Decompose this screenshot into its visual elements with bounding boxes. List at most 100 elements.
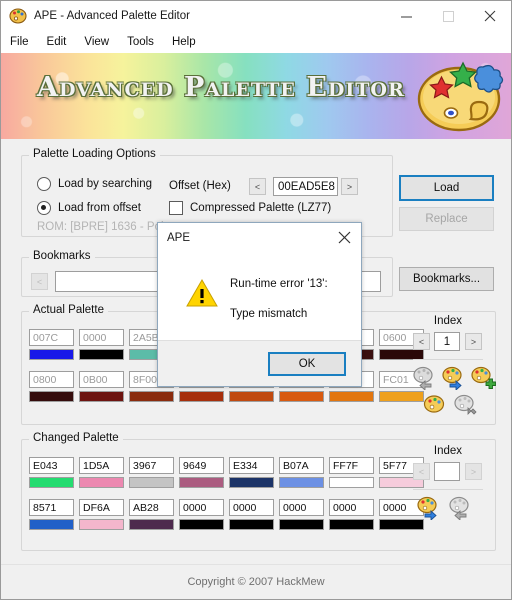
offset-prev-button[interactable]: < <box>249 178 266 195</box>
changed-cell-3[interactable]: 9649 <box>179 457 224 488</box>
palette-edit-icon[interactable] <box>421 393 448 418</box>
error-dialog-ok-button[interactable]: OK <box>268 352 346 376</box>
actual-swatch-10[interactable] <box>129 391 174 402</box>
changed-cell-6[interactable]: FF7F <box>329 457 374 488</box>
actual-swatch-12[interactable] <box>229 391 274 402</box>
compressed-palette-checkbox[interactable]: Compressed Palette (LZ77) <box>169 201 331 215</box>
changed-swatch-1[interactable] <box>79 477 124 488</box>
radio-load-from-offset[interactable]: Load from offset <box>37 201 152 215</box>
changed-cell-13[interactable]: 0000 <box>279 499 324 530</box>
palette-revert-disabled-icon[interactable] <box>446 495 473 522</box>
palette-load-disabled-icon[interactable] <box>411 365 438 392</box>
menu-tools[interactable]: Tools <box>127 34 163 50</box>
changed-hex-1[interactable]: 1D5A <box>79 457 124 474</box>
changed-hex-9[interactable]: DF6A <box>79 499 124 516</box>
changed-cell-14[interactable]: 0000 <box>329 499 374 530</box>
actual-index-prev-button[interactable]: < <box>413 333 430 350</box>
changed-swatch-10[interactable] <box>129 519 174 530</box>
menu-edit[interactable]: Edit <box>47 34 76 50</box>
changed-swatch-0[interactable] <box>29 477 74 488</box>
changed-palette-title: Changed Palette <box>29 432 123 444</box>
bookmarks-button[interactable]: Bookmarks... <box>399 267 494 291</box>
actual-hex-8[interactable]: 0800 <box>29 371 74 388</box>
changed-hex-5[interactable]: B07A <box>279 457 324 474</box>
changed-index-value[interactable] <box>434 462 460 481</box>
window-controls <box>385 1 511 31</box>
changed-hex-10[interactable]: AB28 <box>129 499 174 516</box>
changed-swatch-3[interactable] <box>179 477 224 488</box>
offset-label: Offset (Hex) <box>169 180 231 192</box>
bookmark-prev-button[interactable]: < <box>31 273 48 290</box>
actual-index-value[interactable]: 1 <box>434 332 460 351</box>
changed-swatch-15[interactable] <box>379 519 424 530</box>
changed-swatch-9[interactable] <box>79 519 124 530</box>
actual-swatch-14[interactable] <box>329 391 374 402</box>
changed-hex-6[interactable]: FF7F <box>329 457 374 474</box>
palette-import-icon[interactable] <box>440 365 467 392</box>
palette-edit-icon[interactable] <box>415 495 442 522</box>
actual-cell-0[interactable]: 007C <box>29 329 74 360</box>
palette-add-icon[interactable] <box>469 365 496 390</box>
changed-cell-12[interactable]: 0000 <box>229 499 274 530</box>
changed-index-next-button[interactable]: > <box>465 463 482 480</box>
changed-cell-0[interactable]: E043 <box>29 457 74 488</box>
changed-hex-2[interactable]: 3967 <box>129 457 174 474</box>
radio-load-by-searching-mark <box>37 177 51 191</box>
error-dialog-close-icon[interactable] <box>327 223 361 252</box>
changed-hex-0[interactable]: E043 <box>29 457 74 474</box>
changed-hex-13[interactable]: 0000 <box>279 499 324 516</box>
actual-index-next-button[interactable]: > <box>465 333 482 350</box>
actual-cell-1[interactable]: 0000 <box>79 329 124 360</box>
close-button[interactable] <box>469 1 511 31</box>
changed-swatch-14[interactable] <box>329 519 374 530</box>
actual-swatch-0[interactable] <box>29 349 74 360</box>
actual-cell-8[interactable]: 0800 <box>29 371 74 402</box>
changed-cell-2[interactable]: 3967 <box>129 457 174 488</box>
actual-swatch-9[interactable] <box>79 391 124 402</box>
minimize-button[interactable] <box>385 1 427 31</box>
changed-swatch-8[interactable] <box>29 519 74 530</box>
changed-swatch-5[interactable] <box>279 477 324 488</box>
changed-swatch-4[interactable] <box>229 477 274 488</box>
actual-hex-0[interactable]: 007C <box>29 329 74 346</box>
changed-cell-1[interactable]: 1D5A <box>79 457 124 488</box>
changed-swatch-6[interactable] <box>329 477 374 488</box>
actual-swatch-1[interactable] <box>79 349 124 360</box>
menu-help[interactable]: Help <box>172 34 205 50</box>
offset-input[interactable]: 00EAD5E8 <box>273 177 338 196</box>
changed-cell-5[interactable]: B07A <box>279 457 324 488</box>
changed-hex-11[interactable]: 0000 <box>179 499 224 516</box>
changed-cell-9[interactable]: DF6A <box>79 499 124 530</box>
changed-hex-8[interactable]: 8571 <box>29 499 74 516</box>
app-window: APE - Advanced Palette Editor File Edit … <box>0 0 512 600</box>
actual-hex-9[interactable]: 0B00 <box>79 371 124 388</box>
changed-cell-10[interactable]: AB28 <box>129 499 174 530</box>
changed-hex-3[interactable]: 9649 <box>179 457 224 474</box>
actual-swatch-8[interactable] <box>29 391 74 402</box>
actual-swatch-13[interactable] <box>279 391 324 402</box>
changed-hex-12[interactable]: 0000 <box>229 499 274 516</box>
changed-cell-11[interactable]: 0000 <box>179 499 224 530</box>
changed-cell-8[interactable]: 8571 <box>29 499 74 530</box>
palette-settings-disabled-icon[interactable] <box>452 393 479 418</box>
replace-button: Replace <box>399 207 494 231</box>
changed-hex-14[interactable]: 0000 <box>329 499 374 516</box>
changed-swatch-11[interactable] <box>179 519 224 530</box>
changed-tools-row <box>415 495 473 522</box>
actual-swatch-15[interactable] <box>379 391 424 402</box>
menu-view[interactable]: View <box>84 34 118 50</box>
menu-file[interactable]: File <box>10 34 38 50</box>
changed-index-prev-button[interactable]: < <box>413 463 430 480</box>
changed-swatch-2[interactable] <box>129 477 174 488</box>
maximize-button[interactable] <box>427 1 469 31</box>
offset-next-button[interactable]: > <box>341 178 358 195</box>
load-button[interactable]: Load <box>399 175 494 201</box>
changed-hex-4[interactable]: E334 <box>229 457 274 474</box>
changed-cell-4[interactable]: E334 <box>229 457 274 488</box>
changed-swatch-12[interactable] <box>229 519 274 530</box>
actual-swatch-11[interactable] <box>179 391 224 402</box>
actual-hex-1[interactable]: 0000 <box>79 329 124 346</box>
actual-cell-9[interactable]: 0B00 <box>79 371 124 402</box>
changed-swatch-13[interactable] <box>279 519 324 530</box>
radio-load-by-searching[interactable]: Load by searching <box>37 177 152 191</box>
